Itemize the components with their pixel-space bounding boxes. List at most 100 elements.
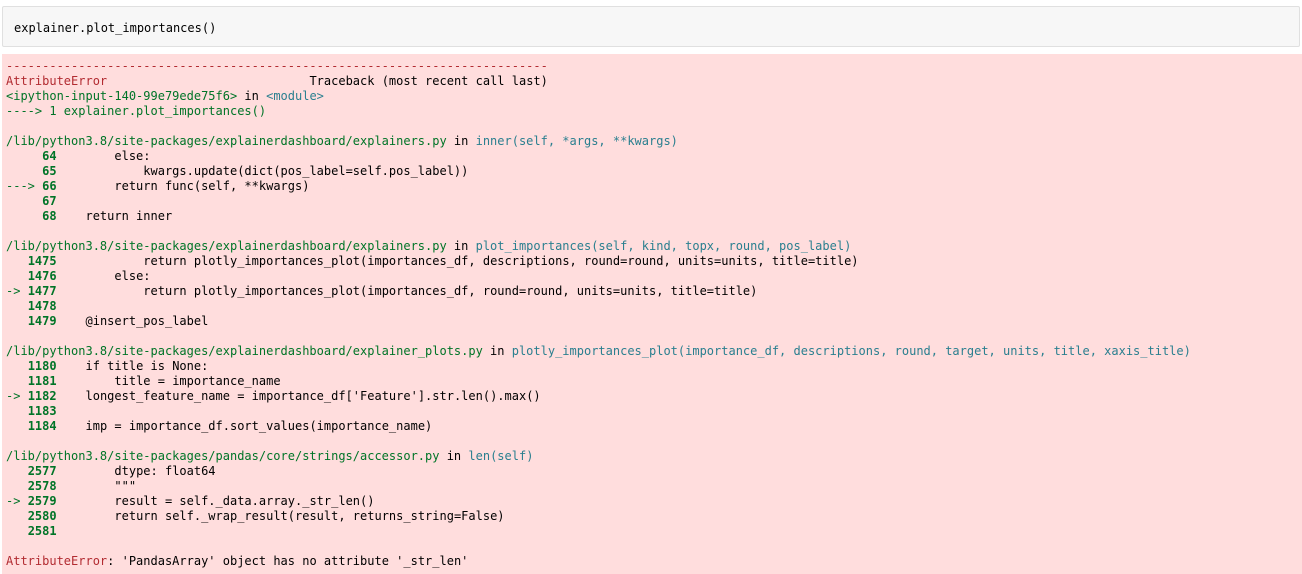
origin-location: <ipython-input-140-99e79ede75f6>: [6, 89, 238, 103]
frame-path: /lib/python3.8/site-packages/explainerda…: [6, 134, 447, 148]
line-code: return self._wrap_result(result, returns…: [56, 509, 505, 523]
code-line: 2581: [6, 524, 1191, 539]
line-number: 66: [42, 179, 57, 193]
line-code: longest_feature_name = importance_df['Fe…: [56, 389, 541, 403]
line-code: imp = importance_df.sort_values(importan…: [56, 419, 433, 433]
origin-module: <module>: [266, 89, 324, 103]
line-code: kwargs.update(dict(pos_label=self.pos_la…: [56, 164, 469, 178]
frame-header: /lib/python3.8/site-packages/explainerda…: [6, 134, 678, 148]
line-marker: --->: [6, 179, 43, 193]
line-marker: [6, 254, 28, 268]
line-number: 1475: [27, 254, 57, 268]
frame-header: /lib/python3.8/site-packages/pandas/core…: [6, 449, 534, 463]
input-code[interactable]: explainer.plot_importances(): [14, 21, 216, 36]
line-marker: [6, 149, 42, 163]
code-line: -> 1477 return plotly_importances_plot(i…: [6, 284, 1191, 299]
code-line: 1180 if title is None:: [6, 359, 1191, 374]
traceback-error-name: AttributeError: [6, 74, 108, 88]
line-number: 1182: [27, 389, 57, 403]
traceback-origin: <ipython-input-140-99e79ede75f6> in <mod…: [6, 89, 324, 103]
line-number: 2579: [27, 494, 57, 508]
line-marker: [6, 374, 28, 388]
frame-path: /lib/python3.8/site-packages/explainerda…: [6, 239, 447, 253]
line-code: return func(self, **kwargs): [56, 179, 310, 193]
code-line: 1478: [6, 299, 1191, 314]
line-number: 65: [42, 164, 57, 178]
code-line: 1475 return plotly_importances_plot(impo…: [6, 254, 1191, 269]
line-code: return plotly_importances_plot(importanc…: [56, 284, 758, 298]
line-number: 1180: [27, 359, 57, 373]
final-error: AttributeError: 'PandasArray' object has…: [6, 554, 1191, 569]
line-number: 1478: [27, 299, 57, 313]
traceback-frames: /lib/python3.8/site-packages/explainerda…: [6, 134, 1191, 554]
traceback-label: Traceback (most recent call last): [309, 74, 548, 88]
line-code: title = importance_name: [56, 374, 281, 388]
traceback-separator: ----------------------------------------…: [6, 59, 548, 73]
line-marker: ->: [6, 284, 28, 298]
line-marker: [6, 194, 42, 208]
final-error-message: : 'PandasArray' object has no attribute …: [107, 554, 469, 568]
code-line: 65 kwargs.update(dict(pos_label=self.pos…: [6, 164, 1191, 179]
code-line: 67: [6, 194, 1191, 209]
line-code: @insert_pos_label: [56, 314, 209, 328]
code-line: 1479 @insert_pos_label: [6, 314, 1191, 329]
code-line: 2577 dtype: float64: [6, 464, 1191, 479]
line-marker: [6, 299, 28, 313]
line-marker: [6, 164, 42, 178]
origin-line: ----> 1 explainer.plot_importances(): [6, 104, 267, 118]
code-line: 64 else:: [6, 149, 1191, 164]
final-error-name: AttributeError: [6, 554, 108, 568]
line-marker: [6, 359, 28, 373]
frame-path: /lib/python3.8/site-packages/pandas/core…: [6, 449, 440, 463]
code-line: 1476 else:: [6, 269, 1191, 284]
line-number: 2578: [27, 479, 57, 493]
code-line: -> 2579 result = self._data.array._str_l…: [6, 494, 1191, 509]
line-marker: [6, 404, 28, 418]
line-number: 68: [42, 209, 57, 223]
frame-function: len(self): [468, 449, 534, 463]
frame-path: /lib/python3.8/site-packages/explainerda…: [6, 344, 483, 358]
line-marker: ->: [6, 389, 28, 403]
line-marker: [6, 464, 28, 478]
line-code: else:: [56, 269, 151, 283]
code-line: 1181 title = importance_name: [6, 374, 1191, 389]
line-number: 2581: [27, 524, 57, 538]
line-marker: [6, 314, 28, 328]
line-number: 67: [42, 194, 57, 208]
line-code: """: [56, 479, 137, 493]
error-output-cell: ----------------------------------------…: [2, 54, 1302, 574]
code-line: 1183: [6, 404, 1191, 419]
line-number: 2580: [27, 509, 57, 523]
line-code: result = self._data.array._str_len(): [56, 494, 375, 508]
line-number: 1184: [27, 419, 57, 433]
line-marker: [6, 509, 28, 523]
code-line: 1184 imp = importance_df.sort_values(imp…: [6, 419, 1191, 434]
line-marker: [6, 209, 42, 223]
code-line: ---> 66 return func(self, **kwargs): [6, 179, 1191, 194]
line-number: 1181: [27, 374, 57, 388]
traceback-header: AttributeError Traceback (most recent ca…: [6, 74, 1191, 89]
input-cell[interactable]: explainer.plot_importances(): [2, 6, 1300, 47]
frame-function: plot_importances(self, kind, topx, round…: [475, 239, 852, 253]
line-number: 1476: [27, 269, 57, 283]
frame-function: plotly_importances_plot(importance_df, d…: [511, 344, 1191, 358]
line-code: dtype: float64: [56, 464, 216, 478]
line-marker: [6, 479, 28, 493]
line-code: return plotly_importances_plot(importanc…: [56, 254, 859, 268]
line-code: if title is None:: [56, 359, 209, 373]
traceback: ----------------------------------------…: [6, 59, 1191, 569]
line-marker: [6, 524, 28, 538]
code-line: 2578 """: [6, 479, 1191, 494]
code-line: 2580 return self._wrap_result(result, re…: [6, 509, 1191, 524]
line-number: 64: [42, 149, 57, 163]
line-code: return inner: [56, 209, 173, 223]
code-line: 68 return inner: [6, 209, 1191, 224]
line-number: 1477: [27, 284, 57, 298]
line-marker: [6, 269, 28, 283]
line-number: 1183: [27, 404, 57, 418]
frame-header: /lib/python3.8/site-packages/explainerda…: [6, 344, 1191, 358]
line-number: 2577: [27, 464, 57, 478]
frame-function: inner(self, *args, **kwargs): [475, 134, 678, 148]
line-marker: ->: [6, 494, 28, 508]
line-marker: [6, 419, 28, 433]
